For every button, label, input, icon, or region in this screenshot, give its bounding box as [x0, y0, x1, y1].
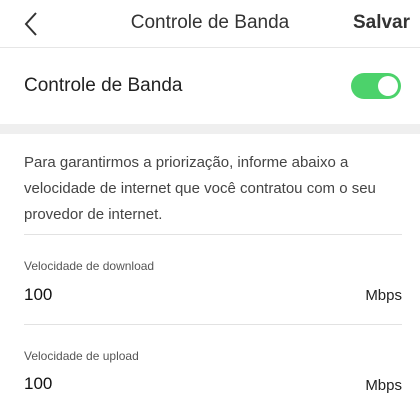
download-speed-label: Velocidade de download — [24, 259, 155, 273]
toggle-knob — [378, 76, 398, 96]
section-separator — [0, 124, 420, 134]
bandwidth-control-toggle[interactable] — [351, 73, 401, 99]
info-text: Para garantirmos a priorização, informe … — [24, 154, 376, 223]
divider — [24, 234, 402, 235]
download-speed-input[interactable]: 100 — [24, 285, 52, 305]
divider — [24, 324, 402, 325]
upload-speed-label: Velocidade de upload — [24, 349, 139, 363]
download-unit: Mbps — [365, 287, 402, 304]
upload-unit: Mbps — [365, 377, 402, 394]
bandwidth-control-row: Controle de Banda — [0, 48, 420, 124]
top-bar: Controle de Banda Salvar — [0, 0, 420, 48]
bandwidth-control-label: Controle de Banda — [24, 75, 183, 96]
upload-speed-input[interactable]: 100 — [24, 374, 52, 394]
save-button[interactable]: Salvar — [353, 12, 410, 34]
